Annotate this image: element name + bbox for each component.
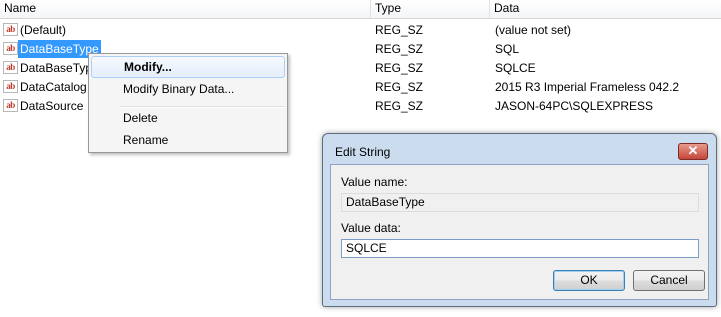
value-type: REG_SZ (375, 61, 424, 75)
menu-item-rename[interactable]: Rename (91, 129, 285, 151)
string-value-icon: ab (3, 80, 18, 93)
value-name-field: DataBaseType (341, 193, 699, 212)
value-data-input[interactable]: SQLCE (341, 239, 699, 258)
menu-item-modify[interactable]: Modify... (91, 56, 285, 78)
value-data: SQL (495, 42, 520, 56)
string-value-icon: ab (3, 23, 18, 36)
context-menu: Modify... Modify Binary Data... Delete R… (88, 53, 288, 153)
value-type: REG_SZ (375, 42, 424, 56)
string-value-icon: ab (3, 61, 18, 74)
value-name-label: Value name: (341, 175, 408, 189)
column-header-data[interactable]: Data (490, 0, 721, 18)
table-row[interactable]: ab (Default) REG_SZ (value not set) (0, 21, 721, 39)
menu-item-delete[interactable]: Delete (91, 107, 285, 129)
menu-item-modify-binary[interactable]: Modify Binary Data... (91, 78, 285, 100)
value-name: DataBaseTyp (20, 61, 93, 75)
value-type: REG_SZ (375, 99, 424, 113)
cancel-button[interactable]: Cancel (633, 270, 705, 291)
ok-button[interactable]: OK (553, 270, 625, 291)
edit-string-dialog: Edit String ✕ Value name: DataBaseType V… (322, 133, 717, 307)
value-type: REG_SZ (375, 23, 424, 37)
value-name: DataSource (20, 99, 84, 113)
column-header-name[interactable]: Name (0, 0, 371, 18)
dialog-body: Value name: DataBaseType Value data: SQL… (330, 164, 709, 300)
close-icon: ✕ (687, 143, 699, 158)
column-header-type[interactable]: Type (371, 0, 490, 18)
string-value-icon: ab (3, 42, 18, 55)
value-data-label: Value data: (341, 221, 401, 235)
dialog-title: Edit String (335, 145, 391, 159)
string-value-icon: ab (3, 99, 18, 112)
list-header: Name Type Data (0, 0, 721, 19)
value-name: (Default) (20, 23, 67, 37)
value-type: REG_SZ (375, 80, 424, 94)
value-name: DataCatalog (20, 80, 87, 94)
value-data: SQLCE (495, 61, 536, 75)
value-data: (value not set) (495, 23, 572, 37)
close-button[interactable]: ✕ (678, 143, 708, 160)
value-data: JASON-64PC\SQLEXPRESS (495, 99, 654, 113)
value-data: 2015 R3 Imperial Frameless 042.2 (495, 80, 680, 94)
